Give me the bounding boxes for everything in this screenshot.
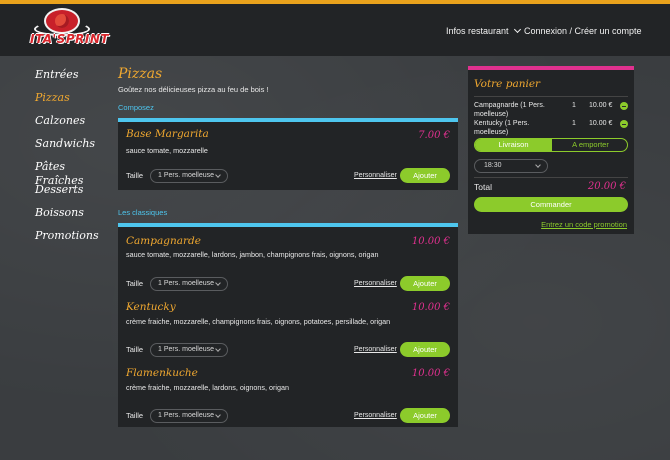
product-price: 10.00 € bbox=[411, 236, 450, 247]
personnaliser-link[interactable]: Personnaliser bbox=[354, 412, 397, 419]
sidebar-item-calzones[interactable]: Calzones bbox=[35, 114, 115, 137]
category-description: Goûtez nos délicieuses pizza au feu de b… bbox=[118, 85, 269, 94]
site-header: ITA'SPRINT Infos restaurant Connexion / … bbox=[0, 4, 670, 56]
personnaliser-link[interactable]: Personnaliser bbox=[354, 172, 397, 179]
commander-button[interactable]: Commander bbox=[474, 197, 628, 212]
cart-panel: Votre panier Campagnarde (1 Pers. moelle… bbox=[468, 66, 634, 234]
promo-code-link[interactable]: Entrez un code promotion bbox=[541, 220, 627, 229]
cart-title: Votre panier bbox=[474, 78, 541, 90]
sidebar-item-desserts[interactable]: Desserts bbox=[35, 183, 115, 206]
product-description: crème fraiche, mozzarelle, champignons f… bbox=[126, 317, 391, 326]
main-content: Pizzas Goûtez nos délicieuses pizza au f… bbox=[118, 66, 458, 94]
sidebar-item-sandwichs[interactable]: Sandwichs bbox=[35, 137, 115, 160]
chevron-down-icon bbox=[215, 280, 221, 286]
sidebar-item-pizzas[interactable]: Pizzas bbox=[35, 91, 115, 114]
size-label: Taille bbox=[126, 345, 144, 354]
personnaliser-link[interactable]: Personnaliser bbox=[354, 280, 397, 287]
section-label-classiques: Les classiques bbox=[118, 208, 168, 217]
sidebar-item-promotions[interactable]: Promotions bbox=[35, 229, 115, 252]
chevron-down-icon bbox=[215, 346, 221, 352]
product-name: Flamenkuche bbox=[126, 367, 198, 379]
product-item: Campagnarde 10.00 € sauce tomate, mozzar… bbox=[118, 227, 458, 293]
cart-divider bbox=[474, 96, 628, 97]
product-price: 10.00 € bbox=[411, 368, 450, 379]
remove-icon[interactable] bbox=[620, 120, 628, 128]
add-button[interactable]: Ajouter bbox=[400, 408, 450, 423]
product-name: Base Margarita bbox=[126, 128, 209, 140]
chevron-down-icon bbox=[513, 25, 521, 34]
add-button[interactable]: Ajouter bbox=[400, 276, 450, 291]
personnaliser-link[interactable]: Personnaliser bbox=[354, 346, 397, 353]
delivery-option-emporter[interactable]: A emporter bbox=[552, 139, 627, 151]
nav-login-link[interactable]: Connexion / Créer un compte bbox=[524, 26, 642, 36]
nav-infos-restaurant[interactable]: Infos restaurant bbox=[446, 25, 521, 36]
product-description: sauce tomate, mozzarelle, lardons, jambo… bbox=[126, 250, 379, 259]
size-label: Taille bbox=[126, 411, 144, 420]
size-label: Taille bbox=[126, 279, 144, 288]
product-price: 7.00 € bbox=[418, 130, 450, 141]
cart-line-name: Kentucky (1 Pers. moelleuse) bbox=[474, 120, 530, 136]
cart-divider bbox=[474, 177, 628, 178]
size-select-value: 1 Pers. moelleuse bbox=[158, 346, 215, 353]
delivery-toggle: Livraison A emporter bbox=[474, 138, 628, 152]
size-select-value: 1 Pers. moelleuse bbox=[158, 280, 215, 287]
delivery-option-livraison[interactable]: Livraison bbox=[475, 139, 552, 151]
logo-text: ITA'SPRINT bbox=[30, 32, 110, 46]
sidebar-item-boissons[interactable]: Boissons bbox=[35, 206, 115, 229]
chevron-down-icon bbox=[215, 172, 221, 178]
chevron-down-icon bbox=[215, 412, 221, 418]
cart-line-price: 10.00 € bbox=[589, 120, 613, 127]
sidebar-item-entrees[interactable]: Entrées bbox=[35, 68, 115, 91]
size-select[interactable]: 1 Pers. moelleuse bbox=[150, 169, 228, 183]
product-description: sauce tomate, mozzarelle bbox=[126, 146, 208, 155]
cart-line-qty: 1 bbox=[572, 102, 576, 109]
product-price: 10.00 € bbox=[411, 302, 450, 313]
product-item: Flamenkuche 10.00 € crème fraiche, mozza… bbox=[118, 359, 458, 425]
product-name: Campagnarde bbox=[126, 235, 201, 247]
product-description: crème fraiche, mozzarelle, lardons, oign… bbox=[126, 383, 289, 392]
product-card: Base Margarita 7.00 € sauce tomate, mozz… bbox=[118, 118, 458, 190]
size-label: Taille bbox=[126, 171, 144, 180]
size-select-value: 1 Pers. moelleuse bbox=[158, 412, 215, 419]
cart-line-price: 10.00 € bbox=[589, 102, 613, 109]
section-label-composez: Composez bbox=[118, 103, 154, 112]
size-select-value: 1 Pers. moelleuse bbox=[158, 172, 215, 179]
cart-line-qty: 1 bbox=[572, 120, 576, 127]
product-name: Kentucky bbox=[126, 301, 176, 313]
cart-line-name: Campagnarde (1 Pers. moelleuse) bbox=[474, 102, 545, 118]
size-select[interactable]: 1 Pers. moelleuse bbox=[150, 409, 228, 423]
total-label: Total bbox=[474, 182, 492, 192]
size-select[interactable]: 1 Pers. moelleuse bbox=[150, 277, 228, 291]
time-select-value: 18:30 bbox=[484, 162, 502, 169]
product-item: Base Margarita 7.00 € sauce tomate, mozz… bbox=[118, 122, 458, 188]
time-select[interactable]: 18:30 bbox=[474, 159, 548, 173]
add-button[interactable]: Ajouter bbox=[400, 342, 450, 357]
chevron-down-icon bbox=[535, 162, 541, 168]
nav-infos-label: Infos restaurant bbox=[446, 26, 509, 36]
total-value: 20.00 € bbox=[587, 181, 626, 192]
sidebar-item-pates-fraiches[interactable]: Pâtes Fraîches bbox=[35, 160, 115, 187]
size-select[interactable]: 1 Pers. moelleuse bbox=[150, 343, 228, 357]
category-sidebar: Entrées Pizzas Calzones Sandwichs Pâtes … bbox=[35, 68, 115, 252]
remove-icon[interactable] bbox=[620, 102, 628, 110]
product-item: Kentucky 10.00 € crème fraiche, mozzarel… bbox=[118, 293, 458, 359]
page-title: Pizzas bbox=[118, 66, 163, 82]
add-button[interactable]: Ajouter bbox=[400, 168, 450, 183]
logo[interactable]: ITA'SPRINT bbox=[30, 8, 110, 54]
product-card: Campagnarde 10.00 € sauce tomate, mozzar… bbox=[118, 223, 458, 427]
